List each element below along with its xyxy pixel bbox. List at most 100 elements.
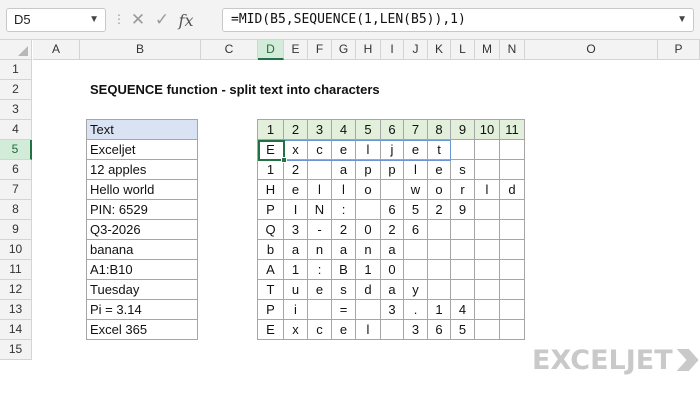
char-cell[interactable]: : <box>307 259 332 280</box>
char-cell[interactable] <box>450 259 475 280</box>
char-cell[interactable]: d <box>355 279 381 300</box>
text-table-cell[interactable]: Hello world <box>86 179 198 200</box>
row-header-9[interactable]: 9 <box>0 220 32 240</box>
sequence-header-cell[interactable]: 3 <box>307 119 332 140</box>
char-cell[interactable] <box>450 239 475 260</box>
row-header-5[interactable]: 5 <box>0 140 32 160</box>
char-cell[interactable]: o <box>427 179 451 200</box>
char-cell[interactable]: r <box>450 179 475 200</box>
text-table-cell[interactable]: Tuesday <box>86 279 198 300</box>
column-header-o[interactable]: O <box>525 40 658 60</box>
char-cell[interactable]: P <box>257 199 284 220</box>
char-cell[interactable] <box>499 319 525 340</box>
char-cell[interactable]: s <box>331 279 356 300</box>
char-cell[interactable]: 9 <box>450 199 475 220</box>
sequence-header-cell[interactable]: 9 <box>450 119 475 140</box>
char-cell[interactable]: P <box>257 299 284 320</box>
char-cell[interactable] <box>380 319 404 340</box>
row-header-2[interactable]: 2 <box>0 80 32 100</box>
column-header-m[interactable]: M <box>475 40 500 60</box>
char-cell[interactable]: y <box>403 279 428 300</box>
char-cell[interactable]: 6 <box>380 199 404 220</box>
char-cell[interactable]: Q <box>257 219 284 240</box>
char-cell[interactable]: e <box>331 319 356 340</box>
sequence-header-cell[interactable]: 5 <box>355 119 381 140</box>
text-table-header[interactable]: Text <box>86 119 198 140</box>
char-cell[interactable]: 5 <box>403 199 428 220</box>
char-cell[interactable] <box>403 259 428 280</box>
char-cell[interactable]: T <box>257 279 284 300</box>
column-header-k[interactable]: K <box>428 40 451 60</box>
char-cell[interactable] <box>427 259 451 280</box>
char-cell[interactable]: N <box>307 199 332 220</box>
char-cell[interactable]: x <box>283 139 308 160</box>
char-cell[interactable]: b <box>257 239 284 260</box>
char-cell[interactable]: 2 <box>331 219 356 240</box>
char-cell[interactable] <box>474 319 500 340</box>
char-cell[interactable] <box>450 219 475 240</box>
char-cell[interactable] <box>474 219 500 240</box>
sequence-header-cell[interactable]: 2 <box>283 119 308 140</box>
char-cell[interactable]: e <box>403 139 428 160</box>
row-header-4[interactable]: 4 <box>0 120 32 140</box>
char-cell[interactable] <box>474 239 500 260</box>
char-cell[interactable]: 6 <box>427 319 451 340</box>
column-header-b[interactable]: B <box>80 40 201 60</box>
text-table-cell[interactable]: 12 apples <box>86 159 198 180</box>
char-cell[interactable]: a <box>331 239 356 260</box>
column-header-f[interactable]: F <box>308 40 332 60</box>
sequence-header-cell[interactable]: 1 <box>257 119 284 140</box>
char-cell[interactable]: n <box>307 239 332 260</box>
row-header-3[interactable]: 3 <box>0 100 32 120</box>
char-cell[interactable]: 0 <box>355 219 381 240</box>
char-cell[interactable]: 6 <box>403 219 428 240</box>
char-cell[interactable]: : <box>331 199 356 220</box>
char-cell[interactable]: p <box>355 159 381 180</box>
char-cell[interactable]: l <box>403 159 428 180</box>
sequence-header-cell[interactable]: 8 <box>427 119 451 140</box>
char-cell[interactable]: u <box>283 279 308 300</box>
char-cell[interactable] <box>427 239 451 260</box>
char-cell[interactable]: i <box>283 299 308 320</box>
char-cell[interactable] <box>307 299 332 320</box>
row-header-1[interactable]: 1 <box>0 60 32 80</box>
char-cell[interactable]: 5 <box>450 319 475 340</box>
row-header-11[interactable]: 11 <box>0 260 32 280</box>
row-header-10[interactable]: 10 <box>0 240 32 260</box>
char-cell[interactable]: 3 <box>380 299 404 320</box>
row-header-13[interactable]: 13 <box>0 300 32 320</box>
insert-function-icon[interactable]: fx <box>174 11 198 30</box>
column-header-g[interactable]: G <box>332 40 356 60</box>
char-cell[interactable] <box>499 159 525 180</box>
char-cell[interactable]: s <box>450 159 475 180</box>
char-cell[interactable]: j <box>380 139 404 160</box>
expand-formula-icon[interactable]: ▼ <box>677 9 687 31</box>
char-cell[interactable] <box>307 159 332 180</box>
char-cell[interactable]: c <box>307 319 332 340</box>
chevron-down-icon[interactable]: ▼ <box>89 9 99 31</box>
text-table-cell[interactable]: Exceljet <box>86 139 198 160</box>
char-cell[interactable] <box>499 219 525 240</box>
char-cell[interactable]: l <box>355 319 381 340</box>
char-cell[interactable]: 3 <box>283 219 308 240</box>
char-cell[interactable]: x <box>283 319 308 340</box>
char-cell[interactable]: H <box>257 179 284 200</box>
char-cell[interactable]: 2 <box>283 159 308 180</box>
char-cell[interactable]: 1 <box>427 299 451 320</box>
char-cell[interactable]: . <box>403 299 428 320</box>
char-cell[interactable]: o <box>355 179 381 200</box>
column-header-p[interactable]: P <box>658 40 700 60</box>
char-cell[interactable]: e <box>283 179 308 200</box>
char-cell[interactable]: 2 <box>427 199 451 220</box>
text-table-cell[interactable]: PIN: 6529 <box>86 199 198 220</box>
char-cell[interactable] <box>474 159 500 180</box>
select-all-corner[interactable] <box>0 40 32 60</box>
char-cell[interactable] <box>499 279 525 300</box>
char-cell[interactable]: 1 <box>257 159 284 180</box>
char-cell[interactable]: l <box>355 139 381 160</box>
char-cell[interactable] <box>499 199 525 220</box>
char-cell[interactable]: - <box>307 219 332 240</box>
sequence-header-cell[interactable]: 10 <box>474 119 500 140</box>
column-header-l[interactable]: L <box>451 40 475 60</box>
char-cell[interactable]: E <box>257 319 284 340</box>
